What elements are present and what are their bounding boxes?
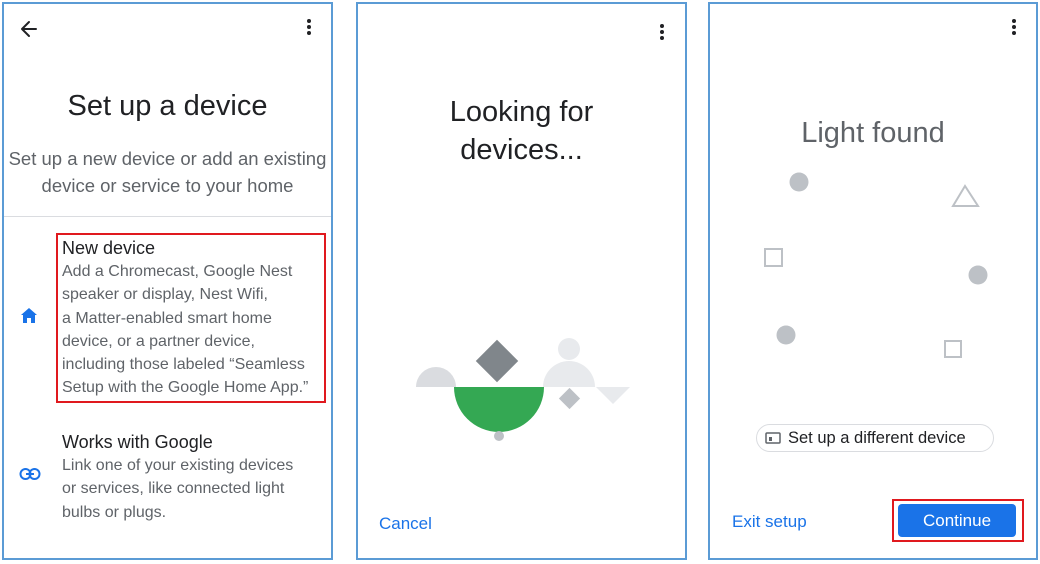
subtitle-line: Set up a new device or add an existing <box>8 148 327 169</box>
more-options-icon[interactable] <box>660 24 664 40</box>
option-title: Works with Google <box>62 432 213 452</box>
description-line: a Matter-enabled smart home <box>62 309 272 327</box>
light-semicircle-shape <box>543 361 595 387</box>
back-arrow-icon[interactable] <box>19 19 39 39</box>
option-description: Add a Chromecast, Google Nest speaker or… <box>62 260 308 400</box>
more-options-icon[interactable] <box>1012 19 1016 35</box>
title-line: Looking for <box>449 96 594 128</box>
option-title: New device <box>62 238 156 258</box>
page-title: Set up a device <box>67 90 268 122</box>
circle-shape <box>776 325 796 345</box>
circle-shape <box>968 265 988 285</box>
divider <box>4 216 331 217</box>
chip-label: Set up a different device <box>788 428 966 447</box>
link-icon <box>19 468 41 480</box>
found-animation <box>764 172 988 358</box>
triangle-shape <box>596 387 630 404</box>
triangle-shape <box>951 184 980 207</box>
setup-device-screen: Set up a device Set up a new device or a… <box>2 2 333 560</box>
description-line: or services, like connected light <box>62 480 285 498</box>
page-subtitle: Set up a new device or add an existing d… <box>4 145 331 199</box>
exit-setup-button[interactable]: Exit setup <box>732 512 807 532</box>
light-found-screen: Light found Set up a different device Ex… <box>708 2 1038 560</box>
more-options-icon[interactable] <box>307 19 311 35</box>
page-title: Looking for devices... <box>358 93 685 169</box>
square-shape <box>944 340 962 358</box>
home-icon <box>21 308 37 323</box>
description-line: speaker or display, Nest Wifi, <box>62 286 268 304</box>
description-line: bulbs or plugs. <box>62 503 167 521</box>
gray-semicircle-shape <box>416 367 456 387</box>
dark-diamond-shape <box>475 339 519 383</box>
searching-screen: Looking for devices... Cancel <box>356 2 687 560</box>
page-title: Light found <box>801 117 945 149</box>
description-line: Setup with the Google Home App.” <box>62 379 309 397</box>
square-shape <box>764 248 783 267</box>
subtitle-line: device or service to your home <box>41 175 294 196</box>
searching-animation <box>416 338 630 441</box>
description-line: Add a Chromecast, Google Nest <box>62 263 293 280</box>
light-circle-shape <box>558 338 580 360</box>
setup-different-device-chip[interactable]: Set up a different device <box>756 424 994 452</box>
circle-shape <box>789 172 809 192</box>
description-line: including those labeled “Seamless <box>62 356 305 374</box>
cancel-button[interactable]: Cancel <box>379 514 432 534</box>
option-description: Link one of your existing devices or ser… <box>62 454 293 524</box>
continue-button[interactable]: Continue <box>898 504 1016 537</box>
small-dot-shape <box>494 431 504 441</box>
description-line: device, or a partner device, <box>62 332 255 350</box>
green-semicircle-shape <box>454 387 544 432</box>
small-diamond-shape <box>558 387 581 410</box>
device-icon <box>765 432 781 444</box>
title-line: devices... <box>460 134 583 166</box>
description-line: Link one of your existing devices <box>62 457 294 474</box>
